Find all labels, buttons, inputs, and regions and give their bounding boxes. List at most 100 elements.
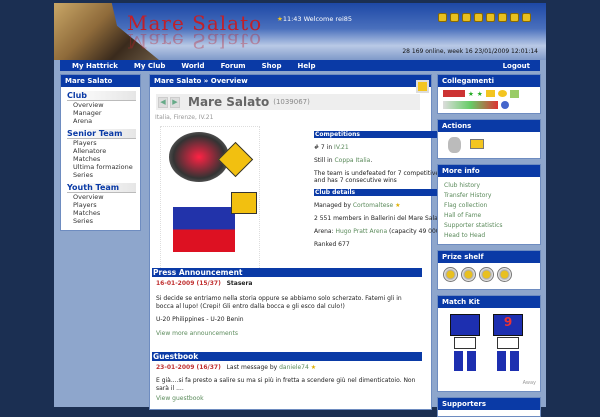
link-manager[interactable]: Manager — [73, 109, 140, 117]
more-info-box: More info Club history Transfer History … — [437, 164, 541, 245]
supporter-star-icon: ★ — [310, 364, 317, 371]
guestbook-body: E già....si fa presto a salire su ma si … — [156, 377, 416, 392]
challenge-icon[interactable] — [448, 137, 461, 153]
link-allenatore[interactable]: Allenatore — [73, 147, 140, 155]
link-arena[interactable]: Arena — [73, 117, 140, 125]
supporter-star-icon: ★ — [395, 202, 401, 209]
press-header: Press Announcement — [152, 268, 422, 277]
arena-link[interactable]: Hugo Pratt Arena — [336, 228, 388, 235]
ring-icon[interactable] — [497, 90, 507, 97]
link-youth-players[interactable]: Players — [73, 201, 140, 209]
team-title-bar: ◀ ▶ Mare Salato (1039067) — [156, 94, 420, 110]
transfer-history-link[interactable]: Transfer History — [444, 191, 540, 201]
send-mail-icon[interactable] — [470, 139, 484, 149]
links-header: Collegamenti — [438, 75, 540, 87]
main-content: Mare Salato » Overview ◀ ▶ Mare Salato (… — [149, 74, 461, 410]
home-shirt-image — [450, 314, 480, 336]
nav-my-club[interactable]: My Club — [134, 62, 166, 70]
green-star-icon[interactable]: ★ — [477, 90, 483, 98]
next-arrow-icon[interactable]: ▶ — [170, 96, 180, 108]
prize-shelf-box: Prize shelf — [437, 250, 541, 290]
bookmark-star-icon[interactable] — [416, 80, 429, 93]
section-club[interactable]: Club — [67, 91, 136, 101]
flag-collection-link[interactable]: Flag collection — [444, 201, 540, 211]
guestbook-date: 23-01-2009 (16/37) — [156, 364, 221, 371]
document-icon[interactable] — [462, 13, 471, 22]
calendar-icon[interactable] — [509, 90, 519, 98]
settings-icon[interactable] — [510, 13, 519, 22]
head-to-head-link[interactable]: Head to Head — [444, 231, 540, 241]
team-id: (1039067) — [273, 98, 310, 106]
page: Mare Salato Mare Salato ★11:43 Welcome r… — [54, 3, 546, 417]
cup-link[interactable]: Coppa Italia — [334, 157, 370, 164]
last-message-label: Last message by — [226, 364, 280, 371]
mail-icon[interactable] — [486, 13, 495, 22]
b-icon[interactable] — [485, 90, 495, 97]
press-headline: Stasera — [226, 280, 253, 287]
club-badge-image — [160, 126, 260, 276]
links-box: Collegamenti ★ ★ — [437, 74, 541, 114]
search-icon[interactable] — [498, 13, 507, 22]
supporter-statistics-link[interactable]: Supporter statistics — [444, 221, 540, 231]
guestbook-header: Guestbook — [152, 352, 422, 361]
press-date: 16-01-2009 (15/37) — [156, 280, 221, 287]
info-icon[interactable] — [501, 101, 509, 109]
nav-my-hattrick[interactable]: My Hattrick — [72, 62, 118, 70]
home-icon[interactable] — [438, 13, 447, 22]
trophy-icon[interactable] — [461, 267, 476, 282]
left-sidebar: Mare Salato Club Overview Manager Arena … — [60, 74, 141, 231]
link-matches[interactable]: Matches — [73, 155, 140, 163]
links-icons: ★ ★ — [438, 87, 540, 112]
home-shorts-image — [454, 337, 476, 349]
team-name: Mare Salato — [188, 95, 270, 109]
section-senior-team[interactable]: Senior Team — [67, 129, 136, 139]
match-kit-box: Match Kit 9 Away — [437, 295, 541, 392]
welcome-label: 11:43 Welcome rei85 — [282, 15, 353, 23]
notes-icon[interactable] — [450, 13, 459, 22]
arena-label: Arena: — [314, 228, 336, 235]
prize-shelf-header: Prize shelf — [438, 251, 540, 263]
logout-link[interactable]: Logout — [503, 62, 530, 70]
main-nav: My Hattrick My Club World Forum Shop Hel… — [60, 60, 540, 71]
nav-shop[interactable]: Shop — [262, 62, 282, 70]
link-ultima-formazione[interactable]: Ultima formazione — [73, 163, 140, 171]
link-youth-series[interactable]: Series — [73, 217, 140, 225]
link-series[interactable]: Series — [73, 171, 140, 179]
arena-capacity: (capacity 49 000) — [387, 228, 442, 235]
league-link[interactable]: IV.21 — [334, 144, 349, 151]
link-players[interactable]: Players — [73, 139, 140, 147]
supporters-box: Supporters — [437, 397, 541, 417]
press-meta: 16-01-2009 (15/37) Stasera — [156, 280, 418, 288]
refresh-icon[interactable] — [474, 13, 483, 22]
press-match: U-20 Philippines - U-20 Benin — [156, 316, 244, 323]
link-youth-overview[interactable]: Overview — [73, 193, 140, 201]
rank-label: # 7 in — [314, 144, 335, 151]
view-more-announcements-link[interactable]: View more announcements — [156, 330, 418, 338]
nav-forum[interactable]: Forum — [221, 62, 246, 70]
nav-help[interactable]: Help — [297, 62, 315, 70]
green-star-icon[interactable]: ★ — [468, 90, 474, 98]
trophy-icon[interactable] — [443, 267, 458, 282]
trophy-icon[interactable] — [479, 267, 494, 282]
welcome-text: ★11:43 Welcome rei85 — [277, 15, 352, 23]
away-shorts-image — [497, 337, 519, 349]
link-club-overview[interactable]: Overview — [73, 101, 140, 109]
cup-label: Still in — [314, 157, 335, 164]
nav-world[interactable]: World — [181, 62, 204, 70]
section-youth-team[interactable]: Youth Team — [67, 183, 136, 193]
guestbook-author-link[interactable]: daniele74 — [279, 364, 309, 371]
auto-hattrick-icon[interactable] — [443, 90, 465, 97]
link-youth-matches[interactable]: Matches — [73, 209, 140, 217]
hall-of-fame-link[interactable]: Hall of Fame — [444, 211, 540, 221]
key-icon[interactable] — [522, 13, 531, 22]
trophy-icon[interactable] — [497, 267, 512, 282]
breadcrumb: Mare Salato » Overview — [150, 75, 431, 87]
manager-link[interactable]: Cortomaltese — [353, 202, 393, 209]
gdh-banner-icon[interactable] — [443, 101, 498, 109]
view-guestbook-link[interactable]: View guestbook — [156, 395, 418, 403]
club-history-link[interactable]: Club history — [444, 181, 540, 191]
match-kit-header: Match Kit — [438, 296, 540, 308]
managed-label: Managed by — [314, 202, 353, 209]
prev-arrow-icon[interactable]: ◀ — [158, 96, 168, 108]
sidebar-title: Mare Salato — [61, 75, 140, 87]
